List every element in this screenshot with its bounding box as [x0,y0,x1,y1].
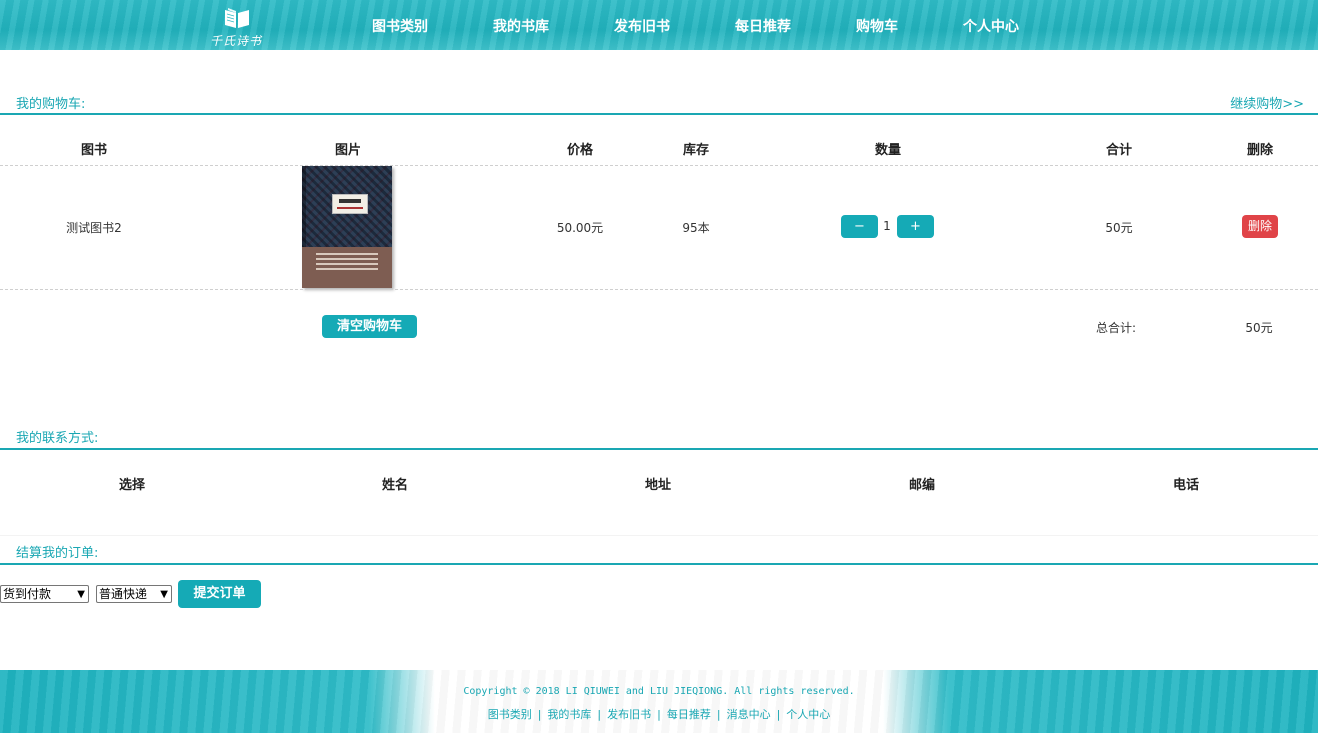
checkout-divider [0,563,1318,565]
shipping-selected-value: 普通快递 [99,587,148,601]
chevron-down-icon: ▼ [77,589,85,600]
footer-link-daily-recommend[interactable]: 每日推荐 [667,708,711,721]
payment-method-select[interactable]: 货到付款 ▼ [0,585,89,603]
cart-item-name[interactable]: 测试图书2 [66,219,122,236]
nav-shopping-cart[interactable]: 购物车 [856,16,898,36]
cart-item-quantity: 1 [883,219,891,233]
footer-link-message-center[interactable]: 消息中心 [727,708,771,721]
nav-my-library[interactable]: 我的书库 [493,16,549,36]
col-delete: 删除 [1246,143,1274,158]
top-header: 千氏诗书 图书类别 我的书库 发布旧书 每日推荐 购物车 个人中心 [0,0,1318,50]
col-select: 选择 [118,478,146,493]
contact-table-bottom [0,535,1318,536]
cart-item-price: 50.00元 [556,221,604,235]
chevron-down-icon: ▼ [160,589,168,600]
col-postcode: 邮编 [908,478,936,493]
nav-personal-center[interactable]: 个人中心 [963,16,1019,36]
checkout-section-title: 结算我的订单: [16,546,99,561]
shipping-method-select[interactable]: 普通快递 ▼ [96,585,172,603]
col-phone: 电话 [1172,478,1200,493]
logo-text: 千氏诗书 [210,34,263,48]
total-value: 50元 [1245,321,1273,335]
col-book: 图书 [80,143,108,158]
cart-item-subtotal: 50元 [1105,221,1133,235]
nav-daily-recommend[interactable]: 每日推荐 [735,16,791,36]
book-logo-icon [225,8,249,28]
footer-link-book-categories[interactable]: 图书类别 [488,708,532,721]
col-address: 地址 [644,478,672,493]
col-image: 图片 [334,143,362,158]
cart-section-title: 我的购物车: [16,97,86,112]
contact-divider [0,448,1318,450]
continue-shopping-link[interactable]: 继续购物>> [1230,93,1304,112]
cart-divider [0,113,1318,115]
copyright-text: Copyright © 2018 LI QIUWEI and LIU JIEQI… [463,686,855,697]
table-divider [0,289,1318,290]
footer-link-my-library[interactable]: 我的书库 [547,708,591,721]
cover-title-label [332,194,368,214]
nav-book-categories[interactable]: 图书类别 [372,16,428,36]
site-logo[interactable]: 千氏诗书 [208,4,268,48]
decrease-quantity-button[interactable]: − [841,215,878,238]
col-stock: 库存 [682,143,710,158]
contact-section-title: 我的联系方式: [16,431,99,446]
payment-selected-value: 货到付款 [3,587,52,601]
nav-publish-used-book[interactable]: 发布旧书 [614,16,670,36]
submit-order-button[interactable]: 提交订单 [178,580,261,608]
footer-link-publish-used-book[interactable]: 发布旧书 [607,708,651,721]
book-cover-image[interactable] [302,166,392,288]
col-subtotal: 合计 [1105,143,1133,158]
clear-cart-button[interactable]: 清空购物车 [322,315,417,338]
footer-link-personal-center[interactable]: 个人中心 [786,708,830,721]
col-price: 价格 [566,143,594,158]
col-name: 姓名 [381,478,409,493]
table-divider [0,165,1318,166]
total-label: 总合计: [1095,321,1137,335]
cart-item-stock: 95本 [682,221,710,235]
increase-quantity-button[interactable]: + [897,215,934,238]
delete-item-button[interactable]: 删除 [1242,215,1278,238]
col-quantity: 数量 [874,143,902,158]
footer-links: 图书类别 | 我的书库 | 发布旧书 | 每日推荐 | 消息中心 | 个人中心 [487,708,831,721]
page-footer: Copyright © 2018 LI QIUWEI and LIU JIEQI… [0,670,1318,733]
